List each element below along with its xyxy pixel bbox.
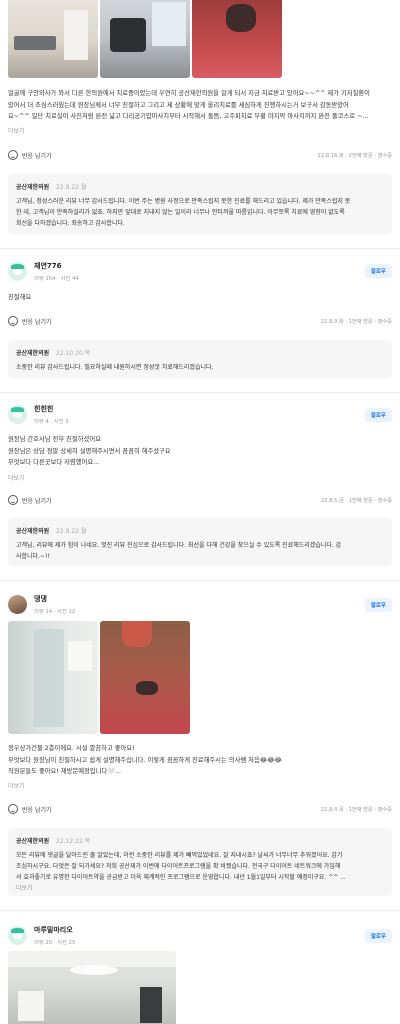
follow-button[interactable]: 팔로우 [364,929,392,943]
reviewer-profile[interactable]: 재연776 리뷰 154 · 사진 44 [8,261,79,282]
reviewer-stats: 리뷰 14 · 사진 12 [34,609,76,615]
reviewer-profile[interactable]: 힌힌힌 리뷰 4 · 사진 3 [8,404,69,425]
divider [0,580,400,581]
review-text-line: 정우상가건물 2층이에요. 시설 깔끔하고 좋아요! [8,745,135,752]
reply-date: 22.8.22.월 [56,528,87,535]
reply-text-line: 모든 리뷰에 댓글을 달아드린 줄 알았는데, 이런 소중한 리뷰를 제가 빼먹… [16,852,343,859]
reply-owner-name: 공산재한의원 [16,838,50,845]
reply-text-line: 고객님, 리뷰에 제가 힘이 나네요. 멋진 리뷰 진심으로 감사드립니다. 최… [16,542,342,549]
follow-button[interactable]: 팔로우 [364,264,392,278]
more-link[interactable]: 더보기 [8,473,25,482]
react-label: 반응 남기기 [22,806,52,814]
owner-reply: 공산재한의원 22.10.20.목 소중한 리뷰 감사드립니다. 필요하실때 내… [8,340,392,378]
reviewer-stats: 리뷰 20 · 사진 25 [34,940,76,946]
reply-text-line: 한 데, 고객님이 만족하실리가 없죠. 하지만 앞대로 지내지 않는 일이라 … [16,209,345,216]
reviewer-name[interactable]: 마루밀마리오 [34,925,75,935]
owner-reply: 공산재한의원 22.8.22.월 고객님, 정성스러운 리뷰 너무 감사드립니다… [8,174,392,234]
react-button[interactable]: 반응 남기기 [8,495,52,505]
review-text-line: 있어서 더 조심스러웠는데 원장님께서 너무 친절하고 그리고 제 상황에 맞게… [8,101,349,109]
reply-more-link[interactable]: 더보기 [16,883,384,892]
react-button[interactable]: 반응 남기기 [8,150,52,160]
follow-button[interactable]: 팔로우 [364,598,392,612]
avatar[interactable] [8,405,27,424]
avatar[interactable] [8,262,27,281]
divider [0,248,400,249]
react-button[interactable]: 반응 남기기 [8,804,52,814]
review-photo[interactable] [100,0,190,78]
review-photo[interactable] [8,621,98,734]
owner-reply: 공산재한의원 22.12.22.목 모든 리뷰에 댓글을 달아드린 줄 알았는데… [8,828,392,896]
visit-meta: 22.8.16.화 · 2번째 방문 · 영수증 [317,153,392,159]
review-text-line: 직원분들도 좋아요! 재방문예정입니다🤍... [8,768,122,775]
review-4-photos [8,621,190,734]
visit-meta: 22.8.9.화 · 1번째 방문 · 영수증 [320,319,392,325]
avatar[interactable] [8,926,27,945]
divider [0,910,400,911]
reviewer-stats: 리뷰 4 · 사진 3 [34,419,69,425]
visit-meta: 22.8.4.목 · 1번째 방문 · 영수증 [320,807,392,813]
react-label: 반응 남기기 [22,497,52,505]
reply-text-line: 사합니다.~!! [16,553,50,560]
review-photo[interactable] [8,0,98,78]
reply-owner-name: 공산재한의원 [16,528,50,535]
reply-text-line: 소중한 리뷰 감사드립니다. 필요하실때 내원하시면 정성껏 치료해드리겠습니다… [16,364,214,371]
react-label: 반응 남기기 [22,318,52,326]
review-text-line: 원장님 간호사님 전부 친절하셨어요 [8,436,101,443]
reviewer-name[interactable]: 재연776 [34,261,79,271]
reviewer-name[interactable]: 힌힌힌 [34,404,69,414]
review-photo[interactable] [100,621,190,734]
react-button[interactable]: 반응 남기기 [8,316,52,326]
avatar[interactable] [8,595,27,614]
reply-text-line: 회선을 다하겠습니다. 죄송하고 감사합니다. [16,220,125,227]
review-text-line: 원장님은 상담 정말 상세히 설명해주시면서 꼼꼼히 해주셨구요 [8,447,171,455]
reply-date: 22.8.22.월 [56,184,87,191]
reply-text-line: 조심하시구요. 다엇은 잘 되가세요? 저희 공산재가 이번에 다이어트프로그램… [16,863,341,870]
reply-owner-name: 공산재한의원 [16,184,50,191]
reviewer-profile[interactable]: 마루밀마리오 리뷰 20 · 사진 25 [8,925,75,946]
follow-button[interactable]: 팔로우 [364,408,392,422]
review-text-line: 친절해요 [8,294,32,301]
reviewer-profile[interactable]: 댕댕 리뷰 14 · 사진 12 [8,594,75,615]
review-text: 원장님 간호사님 전부 친절하셨어요 원장님은 상담 정말 상세히 설명해주시면… [8,434,388,469]
review-text-line: 무엇보다 원장님이 친절하시고 쉽게 설명해주십니다. 이렇게 꼼꼼하게 진료해… [8,756,282,764]
review-text-line: 얼굴에 구안와사가 와서 다른 한의원에서 치료중이었는데 우연히 공산재한의원… [8,90,370,97]
more-link[interactable]: 더보기 [8,126,25,135]
review-text-line: 요~^^ 일단 치료실이 사진처럼 완전 넓고 다리공기압마사지부터 시작해서 … [8,113,369,120]
review-text: 얼굴에 구안와사가 와서 다른 한의원에서 치료중이었는데 우연히 공산재한의원… [8,88,388,123]
more-link[interactable]: 더보기 [8,781,25,790]
review-photo[interactable] [8,951,176,1024]
reply-owner-name: 공산재한의원 [16,350,50,357]
review-photo[interactable] [192,0,282,78]
smile-icon [8,495,18,505]
review-text-line: 무엇보다 다른곳보다 저렴했어요... [8,459,100,466]
smile-icon [8,150,18,160]
reply-text-line: 고객님, 정성스러운 리뷰 너무 감사드립니다. 이번 주는 병원 사정으로 만… [16,198,351,205]
visit-meta: 22.8.5.금 · 1번째 방문 · 영수증 [320,498,392,504]
review-5-photos [8,951,176,1024]
owner-reply: 공산재한의원 22.8.22.월 고객님, 리뷰에 제가 힘이 나네요. 멋진 … [8,518,392,566]
smile-icon [8,804,18,814]
reply-date: 22.10.20.목 [56,350,91,357]
react-label: 반응 남기기 [22,152,52,160]
reply-text-line: 서 효과좋기로 유명한 다이어트약을 공급받고 더욱 체계적인 프로그램으로 운… [16,874,346,881]
smile-icon [8,316,18,326]
divider [0,392,400,393]
review-text: 정우상가건물 2층이에요. 시설 깔끔하고 좋아요! 무엇보다 원장님이 친절하… [8,743,388,778]
review-1-photos [8,0,282,78]
reviewer-name[interactable]: 댕댕 [34,594,75,604]
review-text: 친절해요 [8,292,388,304]
reviewer-stats: 리뷰 154 · 사진 44 [34,276,79,282]
reply-date: 22.12.22.목 [56,838,91,845]
